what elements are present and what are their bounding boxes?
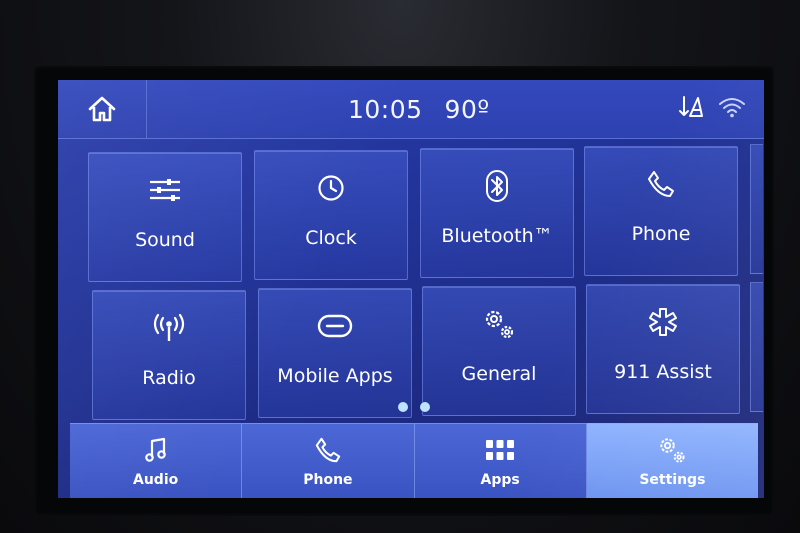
- radio-antenna-icon: [93, 313, 245, 343]
- nav-settings[interactable]: Settings: [586, 423, 758, 498]
- time-display: 10:05: [348, 94, 423, 124]
- next-page-tile-edge: [750, 282, 763, 412]
- tile-radio[interactable]: Radio: [92, 290, 246, 420]
- wifi-icon: [718, 96, 746, 118]
- tile-phone[interactable]: Phone: [584, 146, 738, 276]
- page-dot[interactable]: [420, 402, 430, 412]
- tile-label: Phone: [631, 223, 691, 245]
- tile-label: Mobile Apps: [277, 365, 393, 387]
- nav-label: Settings: [639, 472, 706, 488]
- tile-mobile-apps[interactable]: Mobile Apps: [258, 288, 412, 418]
- gps-signal-icon: [678, 94, 704, 120]
- clock-icon: [255, 173, 407, 203]
- tile-label: Radio: [142, 367, 196, 389]
- tile-911-assist[interactable]: 911 Assist: [586, 284, 740, 414]
- nav-label: Audio: [133, 472, 179, 488]
- nav-label: Apps: [480, 472, 520, 488]
- temperature-display: 90º: [444, 94, 490, 124]
- star-of-life-icon: [587, 307, 739, 337]
- infotainment-screen: 10:05 90º Sound Clock Bluetooth™ Phone R…: [58, 80, 764, 498]
- home-button[interactable]: [58, 80, 147, 138]
- phone-icon: [242, 436, 413, 464]
- nav-audio[interactable]: Audio: [70, 423, 243, 498]
- status-bar: 10:05 90º: [58, 80, 764, 139]
- bottom-nav: Audio Phone Apps Settings: [70, 423, 758, 498]
- nav-apps[interactable]: Apps: [414, 423, 587, 498]
- tile-clock[interactable]: Clock: [254, 150, 408, 280]
- bluetooth-icon: [421, 170, 573, 202]
- music-note-icon: [70, 436, 241, 464]
- tile-label: Sound: [135, 229, 195, 251]
- mobile-apps-icon: [259, 311, 411, 341]
- clock-temperature: 10:05 90º: [348, 92, 490, 126]
- tile-label: General: [461, 363, 537, 385]
- gears-icon: [587, 436, 758, 464]
- page-dot[interactable]: [398, 402, 408, 412]
- gears-icon: [423, 309, 575, 339]
- sliders-icon: [89, 175, 241, 205]
- tile-label: 911 Assist: [614, 361, 712, 383]
- next-page-tile-edge: [750, 144, 763, 274]
- apps-grid-icon: [415, 436, 586, 464]
- home-icon: [87, 95, 117, 123]
- nav-label: Phone: [303, 472, 353, 488]
- nav-phone[interactable]: Phone: [242, 423, 415, 498]
- page-indicator: [398, 402, 430, 412]
- tile-label: Bluetooth™: [441, 225, 553, 247]
- status-icons: [678, 94, 746, 120]
- tile-sound[interactable]: Sound: [88, 152, 242, 282]
- phone-icon: [585, 169, 737, 199]
- tile-bluetooth[interactable]: Bluetooth™: [420, 148, 574, 278]
- tile-label: Clock: [305, 227, 357, 249]
- tile-general[interactable]: General: [422, 286, 576, 416]
